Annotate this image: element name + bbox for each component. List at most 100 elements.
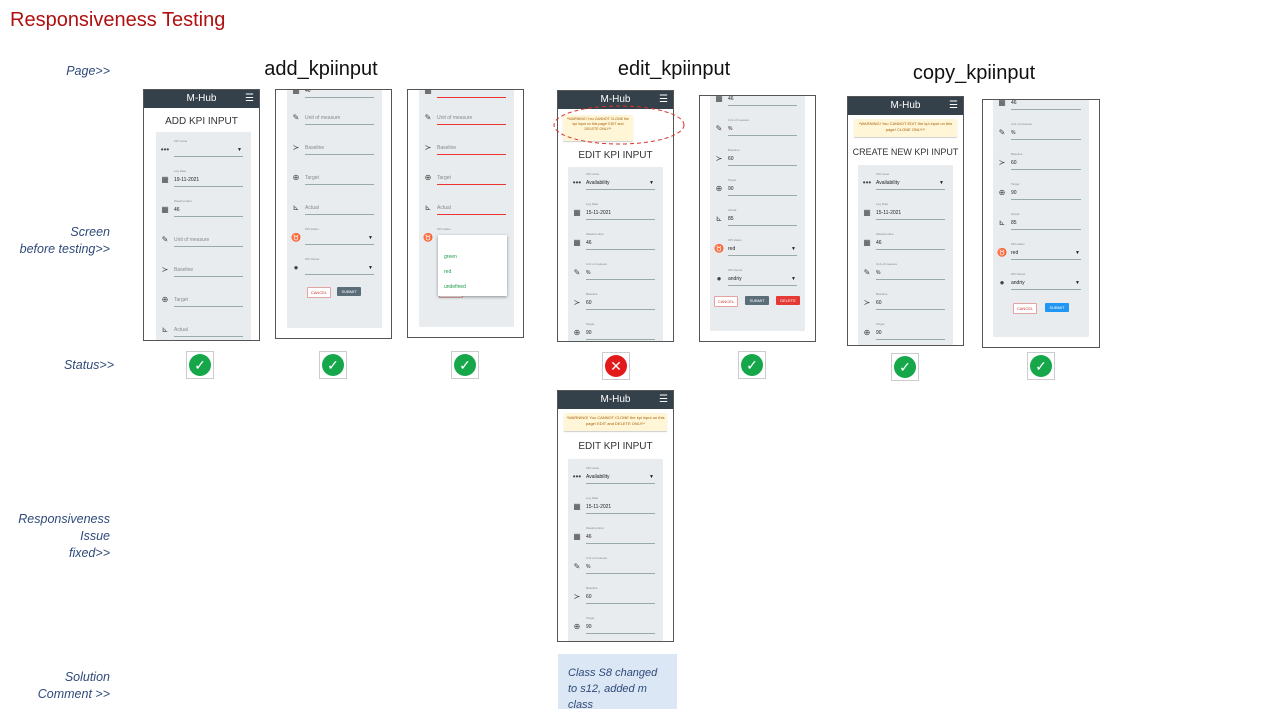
kpi-name-field[interactable]: ••• KPI name ▼ bbox=[160, 139, 243, 158]
target-field[interactable]: ⊕ Target 90 bbox=[862, 322, 945, 341]
target-field[interactable]: ⊕ Target 90 bbox=[572, 322, 655, 341]
weeknumber-field[interactable]: ▦ Weeknumber 46 bbox=[572, 232, 655, 251]
log-date-field[interactable]: ▦ Log Date 15-11-2021 bbox=[862, 202, 945, 221]
weeknumber-field[interactable]: ▦ 46 bbox=[291, 90, 374, 99]
kpi-name-value: Availability bbox=[876, 180, 900, 186]
baseline-field[interactable]: ≻ Baseline 60 bbox=[572, 586, 655, 605]
unit-field[interactable]: ✎ Unit of measure % bbox=[862, 262, 945, 281]
form-card: ▦ 46 ✎ Unit of measure % ≻ Baseline 60 ⊕… bbox=[993, 100, 1089, 337]
target-field[interactable]: ⊕ Target 90 bbox=[714, 178, 797, 197]
actual-field[interactable]: ⊾ Actual 85 bbox=[997, 212, 1081, 231]
check-icon: ✓ bbox=[189, 354, 211, 376]
dropdown-option-red[interactable]: red bbox=[438, 265, 507, 280]
target-field[interactable]: ⊕ Target bbox=[291, 172, 374, 186]
actual-field[interactable]: ⊾ Actual 85 bbox=[714, 208, 797, 227]
dropdown-arrow-icon: ▼ bbox=[649, 180, 654, 186]
kpi-status-field[interactable]: ♉ KPI status red ▼ bbox=[997, 242, 1081, 261]
submit-button[interactable]: SUBMIT bbox=[745, 296, 769, 305]
chart-icon: ⊾ bbox=[292, 203, 300, 212]
weeknumber-field[interactable]: ▦ 46 bbox=[997, 100, 1081, 111]
field-value: Availability ▼ bbox=[876, 177, 945, 190]
crosshair-icon: ⊕ bbox=[715, 184, 723, 193]
weeknumber-field[interactable]: ▦ Weeknumber 46 bbox=[572, 526, 655, 545]
baseline-field[interactable]: ≻ Baseline 60 bbox=[714, 148, 797, 167]
hamburger-icon[interactable]: ☰ bbox=[659, 391, 668, 409]
unit-field[interactable]: ✎ Unit of measure bbox=[160, 234, 243, 248]
submit-button[interactable]: SUBMIT bbox=[337, 287, 361, 296]
weeknumber-field[interactable]: ▦ Weeknumber 46 bbox=[160, 199, 243, 218]
unit-field[interactable]: ✎ Unit of measure % bbox=[714, 118, 797, 137]
unit-field[interactable]: ✎ Unit of measure % bbox=[997, 122, 1081, 141]
kpi-name-field[interactable]: ••• KPI name Availability ▼ bbox=[572, 172, 655, 191]
actual-field[interactable]: ⊾ Actual bbox=[160, 324, 243, 338]
field-label: Target bbox=[876, 322, 885, 326]
kpi-name-field[interactable]: ••• KPI name Availability ▼ bbox=[572, 466, 655, 485]
field-label: Unit of measure bbox=[1011, 122, 1033, 126]
target-field[interactable]: ⊕ Target bbox=[423, 172, 506, 186]
cancel-button[interactable]: CANCEL bbox=[714, 296, 738, 307]
field-label: Target bbox=[1011, 182, 1020, 186]
baseline-field[interactable]: ≻ Baseline bbox=[291, 142, 374, 156]
actual-field[interactable]: ⊾ Actual bbox=[423, 202, 506, 216]
row-label-page: Page>> bbox=[66, 64, 110, 78]
weeknumber-field[interactable]: ▦ Weeknumber 46 bbox=[862, 232, 945, 251]
dropdown-arrow-icon: ▼ bbox=[791, 276, 796, 282]
field-value: 15-11-2021 bbox=[586, 501, 655, 514]
unit-field[interactable]: ✎ Unit of measure % bbox=[572, 262, 655, 281]
status-copy-1: ✓ bbox=[891, 353, 919, 381]
field-value: % bbox=[586, 267, 655, 280]
owner-value: andriy bbox=[1011, 280, 1025, 286]
baseline-field[interactable]: ≻ Baseline 60 bbox=[862, 292, 945, 311]
baseline-field[interactable]: ≻ Baseline bbox=[160, 264, 243, 278]
target-field[interactable]: ⊕ Target bbox=[160, 294, 243, 308]
cancel-button[interactable]: CANCEL bbox=[1013, 303, 1037, 314]
field-value: 85 bbox=[728, 213, 797, 226]
crosshair-icon: ⊕ bbox=[573, 328, 581, 337]
log-date-field[interactable]: ▦ Log Date 15-11-2021 bbox=[572, 202, 655, 221]
issue-highlight-ellipse bbox=[553, 105, 685, 145]
unit-field[interactable]: ✎ Unit of measure bbox=[423, 112, 506, 126]
cancel-button[interactable]: CANCEL bbox=[307, 287, 331, 298]
unit-field[interactable]: ✎ Unit of measure % bbox=[572, 556, 655, 575]
weeknumber-field[interactable]: ▦ bbox=[423, 90, 506, 99]
kpi-owner-field[interactable]: ● KPI Owner andriy ▼ bbox=[714, 268, 797, 287]
check-icon: ✓ bbox=[322, 354, 344, 376]
status-add-1: ✓ bbox=[186, 351, 214, 379]
kpi-status-field[interactable]: ♉ KPI status red ▼ bbox=[714, 238, 797, 257]
baseline-field[interactable]: ≻ Baseline 60 bbox=[572, 292, 655, 311]
field-label: Target bbox=[728, 178, 737, 182]
field-value: 90 bbox=[586, 621, 655, 634]
hamburger-icon[interactable]: ☰ bbox=[949, 97, 958, 115]
field-value: 46 bbox=[305, 90, 374, 98]
dropdown-option-undefined[interactable]: undefined bbox=[438, 280, 507, 295]
actual-field[interactable]: ⊾ Actual bbox=[291, 202, 374, 216]
delete-button[interactable]: DELETE bbox=[776, 296, 800, 305]
kpi-name-field[interactable]: ••• KPI name Availability ▼ bbox=[862, 172, 945, 191]
kpi-owner-field[interactable]: ● KPI Owner andriy ▼ bbox=[997, 272, 1081, 291]
field-placeholder: Baseline bbox=[305, 142, 374, 155]
screenshot-add-validation: ▦ ✎ Unit of measure ≻ Baseline ⊕ Target … bbox=[407, 89, 524, 338]
submit-button[interactable]: SUBMIT bbox=[1045, 303, 1069, 312]
kpi-owner-field[interactable]: ● KPI Owner ▼ bbox=[291, 257, 374, 276]
field-label: Weeknumber bbox=[876, 232, 894, 236]
row-label-fixed-line3: fixed>> bbox=[68, 546, 110, 560]
kpi-status-field[interactable]: ♉ KPI status ▼ bbox=[291, 227, 374, 246]
form-title: ADD KPI INPUT bbox=[165, 116, 238, 127]
log-date-field[interactable]: ▦ Log Date 15-11-2021 bbox=[572, 496, 655, 515]
target-field[interactable]: ⊕ Target 90 bbox=[997, 182, 1081, 201]
row-label-screen-line1: Screen bbox=[70, 225, 110, 239]
unit-field[interactable]: ✎ Unit of measure bbox=[291, 112, 374, 126]
terminal-icon: ≻ bbox=[998, 158, 1006, 167]
form-card: ••• KPI name Availability ▼ ▦ Log Date 15… bbox=[858, 165, 953, 345]
field-label: KPI Owner bbox=[728, 268, 743, 272]
weeknumber-field[interactable]: ▦ 46 bbox=[714, 96, 797, 107]
target-field[interactable]: ⊕ Target 90 bbox=[572, 616, 655, 635]
field-value: % bbox=[586, 561, 655, 574]
log-date-field[interactable]: ▦ Log Date 19-11-2021 bbox=[160, 169, 243, 188]
calendar-icon: ▦ bbox=[573, 238, 581, 247]
baseline-field[interactable]: ≻ Baseline bbox=[423, 142, 506, 156]
hamburger-icon[interactable]: ☰ bbox=[245, 90, 254, 108]
baseline-field[interactable]: ≻ Baseline 60 bbox=[997, 152, 1081, 171]
dropdown-option-green[interactable]: green bbox=[438, 250, 507, 265]
chart-icon: ⊾ bbox=[161, 325, 169, 334]
